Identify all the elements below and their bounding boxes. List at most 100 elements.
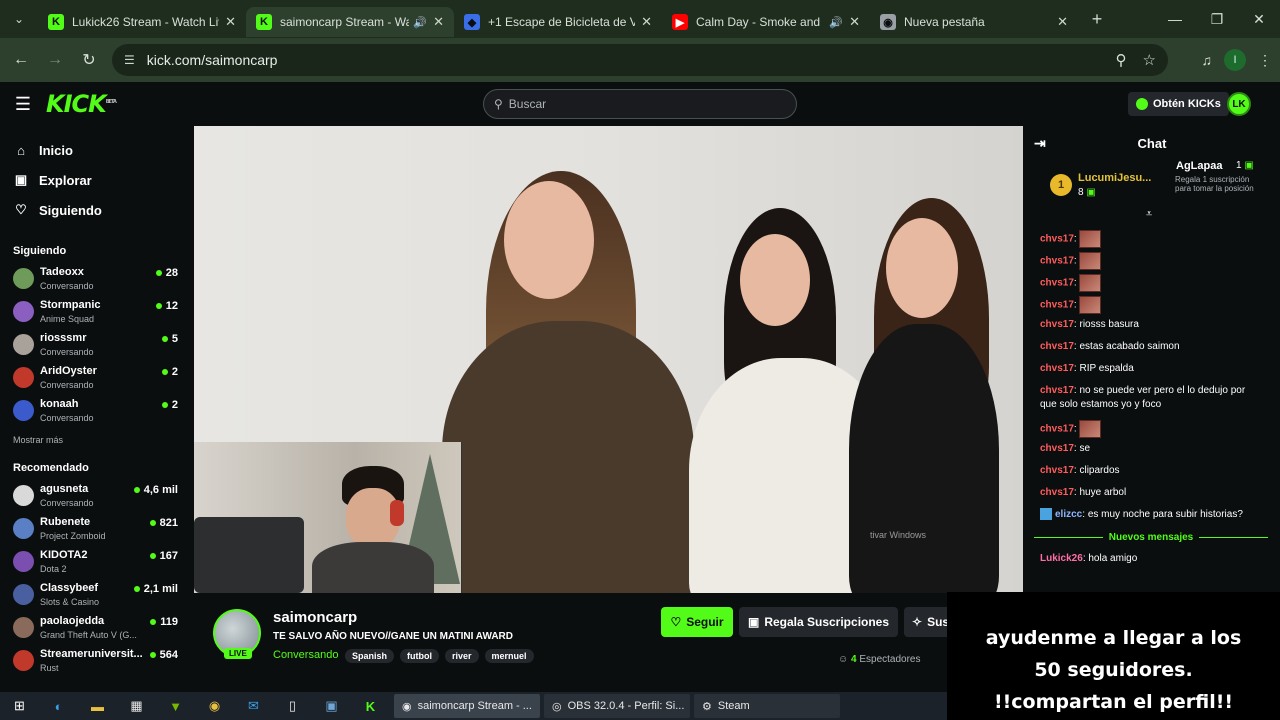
chat-username[interactable]: chvs17 (1040, 341, 1074, 352)
sidebar-nav-inicio[interactable]: ⌂ Inicio (0, 135, 193, 165)
chat-username[interactable]: chvs17 (1040, 487, 1074, 498)
store-icon[interactable]: ▦ (117, 692, 156, 720)
close-tab-icon[interactable]: ✕ (1057, 14, 1068, 30)
close-tab-icon[interactable]: ✕ (225, 14, 236, 30)
browser-tab[interactable]: K Lukick26 Stream - Watch Live ✕ (38, 7, 246, 37)
video-person-face (504, 181, 594, 299)
chat-message: chvs17: (1024, 420, 1280, 438)
sidebar-nav-siguiendo[interactable]: ♡ Siguiendo (0, 195, 193, 225)
windows-activation-watermark: tivar Windows (870, 530, 927, 540)
browser-tab[interactable]: ◉ Nueva pestaña ✕ (870, 7, 1078, 37)
expand-pinned-icon[interactable]: ⩡ (1146, 208, 1152, 221)
kick-app-icon[interactable]: K (351, 692, 390, 720)
media-control-icon[interactable]: ♫ (1202, 52, 1213, 68)
channel-viewers: 821 (150, 517, 178, 529)
site-info-icon[interactable]: ☰ (124, 53, 135, 67)
chat-username[interactable]: chvs17 (1040, 443, 1074, 454)
minimize-icon[interactable]: — (1154, 0, 1196, 38)
youtube-icon: ▶ (672, 14, 688, 30)
taskbar-task[interactable]: ◎ OBS 32.0.4 - Perfil: Si... (544, 694, 690, 718)
gift-subs-button[interactable]: ▣ Regala Suscripciones (739, 607, 898, 637)
omnibox[interactable]: ☰ kick.com/saimoncarp ⚲ ☆ (112, 44, 1168, 76)
stream-tag[interactable]: mernuel (484, 649, 534, 663)
channel-item[interactable]: Classybeef Slots & Casino 2,1 mil (0, 578, 193, 611)
channel-item[interactable]: AridOyster Conversando 2 (0, 361, 193, 394)
show-more-link[interactable]: Mostrar más (0, 427, 193, 453)
close-tab-icon[interactable]: ✕ (641, 14, 652, 30)
chrome-taskbar-icon[interactable]: ◉ (195, 692, 234, 720)
search-box[interactable]: ⚲ (483, 89, 797, 119)
menu-kebab-icon[interactable]: ⋮ (1258, 52, 1272, 69)
channel-item[interactable]: paolaojedda Grand Theft Auto V (G... 119 (0, 611, 193, 644)
channel-item[interactable]: Tadeoxx Conversando 28 (0, 262, 193, 295)
speaker-icon[interactable]: 🔊 (829, 16, 843, 29)
kick-logo[interactable]: KICKBETA (46, 90, 117, 118)
mail-icon[interactable]: ✉ (234, 692, 273, 720)
new-tab-button[interactable]: + (1082, 9, 1112, 30)
get-kicks-button[interactable]: Obtén KICKs (1128, 92, 1229, 116)
channel-item[interactable]: Stormpanic Anime Squad 12 (0, 295, 193, 328)
edge-icon[interactable]: ◐ (39, 692, 78, 720)
chat-message: chvs17: (1024, 296, 1280, 314)
tab-title: Lukick26 Stream - Watch Live (72, 15, 220, 29)
following-list: Tadeoxx Conversando 28 Stormpanic Anime Squa… (0, 262, 193, 427)
reload-icon[interactable]: ↻ (72, 50, 106, 70)
stream-tag[interactable]: river (445, 649, 479, 663)
chat-username[interactable]: chvs17 (1040, 385, 1074, 396)
search-input[interactable] (508, 97, 769, 111)
follow-button[interactable]: ♡ Seguir (661, 607, 733, 637)
channel-item[interactable]: Rubenete Project Zomboid 821 (0, 512, 193, 545)
user-avatar[interactable]: LK (1227, 92, 1251, 116)
file-explorer-icon[interactable]: ▬ (78, 692, 117, 720)
chat-username[interactable]: chvs17 (1040, 465, 1074, 476)
channel-item[interactable]: KIDOTA2 Dota 2 167 (0, 545, 193, 578)
sidebar-nav-explorar[interactable]: ▣ Explorar (0, 165, 193, 195)
chat-username[interactable]: chvs17 (1040, 424, 1074, 435)
taskbar-task[interactable]: ⚙ Steam (694, 694, 840, 718)
chat-username[interactable]: elizcc (1055, 509, 1082, 520)
channel-item[interactable]: riosssmr Conversando 5 (0, 328, 193, 361)
gift-leader-user[interactable]: AgLapaa (1176, 160, 1222, 172)
bookmark-star-icon[interactable]: ☆ (1143, 51, 1156, 69)
chat-username[interactable]: Lukick26 (1040, 553, 1083, 564)
browser-tab[interactable]: ▶ Calm Day - Smoke and 🔊 ✕ (662, 7, 870, 37)
chat-username[interactable]: chvs17 (1040, 319, 1074, 330)
browser-tab[interactable]: ◆ +1 Escape de Bicicleta de Ve ✕ (454, 7, 662, 37)
channel-name[interactable]: saimoncarp (273, 609, 357, 626)
overlay-line: ayudenme a llegar a los (985, 627, 1242, 649)
close-window-icon[interactable]: ✕ (1238, 0, 1280, 38)
back-icon[interactable]: ← (4, 51, 38, 69)
channel-category: Conversando (40, 498, 94, 508)
nvidia-icon[interactable]: ▼ (156, 692, 195, 720)
chat-username[interactable]: chvs17 (1040, 363, 1074, 374)
restore-icon[interactable]: ❐ (1196, 0, 1238, 38)
taskbar-task[interactable]: ◉ saimoncarp Stream - ... (394, 694, 540, 718)
chat-username[interactable]: chvs17 (1040, 256, 1074, 267)
zoom-icon[interactable]: ⚲ (1116, 51, 1127, 69)
browser-tab[interactable]: Ksaimoncarp Stream - Wa 🔊 ✕ (246, 7, 454, 37)
taskbar-task-label: OBS 32.0.4 - Perfil: Si... (567, 700, 685, 712)
forward-icon[interactable]: → (38, 51, 72, 69)
tab-search-button[interactable]: ⌄ (0, 0, 38, 38)
channel-item[interactable]: konaah Conversando 2 (0, 394, 193, 427)
leaderboard-user[interactable]: LucumiJesu... (1078, 172, 1154, 184)
collapse-chat-icon[interactable]: ⇥ (1034, 135, 1046, 152)
close-tab-icon[interactable]: ✕ (433, 14, 444, 30)
channel-item[interactable]: Streameruniversit... Rust 564 (0, 644, 193, 677)
subscribe-button[interactable]: ✧ Sus (904, 607, 947, 637)
close-tab-icon[interactable]: ✕ (849, 14, 860, 30)
hamburger-menu-icon[interactable]: ☰ (0, 94, 46, 115)
windows-start-icon[interactable]: ⊞ (0, 692, 39, 720)
document-icon[interactable]: ▯ (273, 692, 312, 720)
chat-username[interactable]: chvs17 (1040, 234, 1074, 245)
speaker-icon[interactable]: 🔊 (413, 16, 427, 29)
media-app-icon[interactable]: ▣ (312, 692, 351, 720)
chat-username[interactable]: chvs17 (1040, 300, 1074, 311)
stream-category[interactable]: Conversando (273, 649, 338, 661)
stream-tag[interactable]: futbol (400, 649, 440, 663)
channel-item[interactable]: agusneta Conversando 4,6 mil (0, 479, 193, 512)
profile-avatar[interactable]: I (1224, 49, 1246, 71)
url-text[interactable]: kick.com/saimoncarp (147, 52, 1100, 68)
chat-username[interactable]: chvs17 (1040, 278, 1074, 289)
stream-tag[interactable]: Spanish (345, 649, 395, 663)
